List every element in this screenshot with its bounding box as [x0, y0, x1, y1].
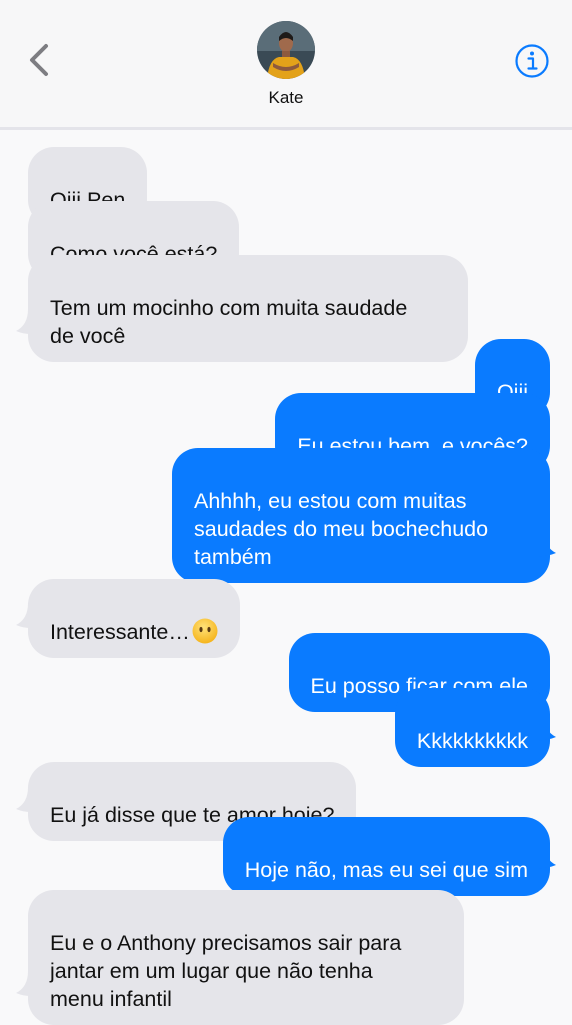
back-button[interactable]	[22, 38, 62, 82]
chevron-left-icon	[30, 44, 48, 76]
contact-avatar[interactable]	[257, 21, 315, 79]
outgoing-message[interactable]: Ahhhh, eu estou com muitas saudades do m…	[172, 448, 550, 583]
incoming-message[interactable]: Tem um mocinho com muita saudade de você	[28, 255, 468, 362]
bubble-tail	[16, 971, 42, 997]
bubble-tail	[530, 715, 556, 741]
message-text: Interessante…	[50, 620, 190, 644]
message-text: Tem um mocinho com muita saudade de você	[50, 296, 408, 348]
bubble-tail	[16, 603, 42, 629]
conversation-header: Kate	[0, 0, 572, 130]
incoming-message[interactable]: Interessante…	[28, 579, 240, 658]
outgoing-message[interactable]: Kkkkkkkkkk	[394, 688, 550, 767]
message-text: Eu e o Anthony precisamos sair para jant…	[50, 931, 402, 1011]
outgoing-message[interactable]: Hoje não, mas eu sei que sim	[222, 817, 550, 896]
bubble-tail	[16, 787, 42, 813]
bubble-tail	[530, 531, 556, 557]
info-circle-icon	[515, 44, 549, 78]
incoming-message[interactable]: Eu e o Anthony precisamos sair para jant…	[28, 890, 464, 1025]
message-text: Hoje não, mas eu sei que sim	[244, 858, 528, 882]
face-without-mouth-emoji-icon	[192, 618, 218, 644]
contact-name[interactable]: Kate	[0, 88, 572, 108]
bubble-tail	[16, 309, 42, 335]
avatar-photo	[257, 21, 315, 79]
message-text: Kkkkkkkkkk	[416, 729, 528, 753]
bubble-tail	[530, 843, 556, 869]
message-text: Ahhhh, eu estou com muitas saudades do m…	[194, 489, 489, 569]
info-button[interactable]	[514, 43, 550, 79]
